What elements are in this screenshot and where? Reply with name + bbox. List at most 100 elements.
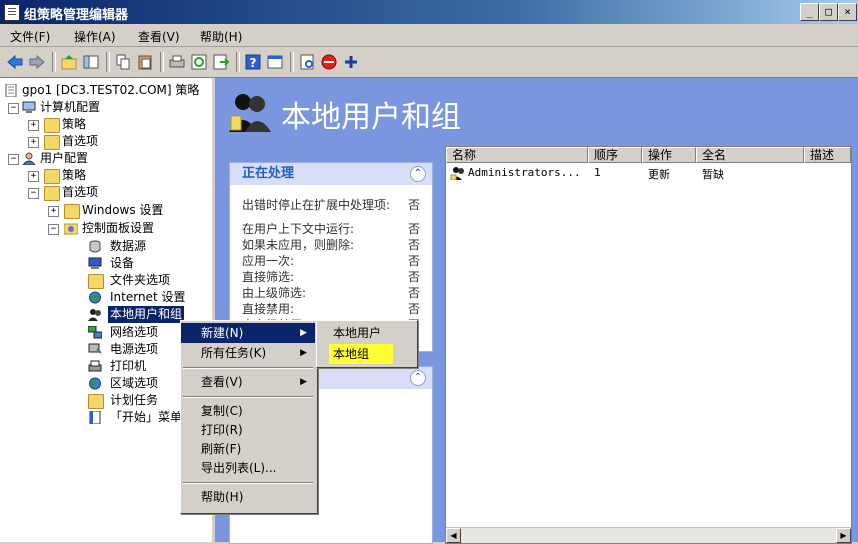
menu-item-print[interactable]: 打印(R): [181, 420, 315, 440]
scroll-right-icon[interactable]: ▶: [836, 528, 851, 543]
scroll-left-icon[interactable]: ◀: [446, 528, 461, 543]
collapse-chevron-icon[interactable]: ⌃: [410, 370, 426, 386]
prop-label: 在用户上下文中运行:: [242, 222, 355, 236]
context-menu: 新建(N) ▶ 所有任务(K) ▶ 查看(V) ▶ 复制(C) 打印(R) 刷新(F)…: [180, 320, 318, 514]
prop-label: 如果未应用，则删除:: [242, 238, 355, 252]
power-icon: [88, 343, 102, 354]
submenu-item-local-group[interactable]: 本地组: [317, 344, 415, 364]
menu-item-export-list[interactable]: 导出列表(L)...: [181, 458, 315, 478]
up-folder-icon[interactable]: [60, 53, 78, 71]
toolbar-separator: [106, 52, 110, 72]
globe-icon: [89, 377, 101, 390]
stop-icon[interactable]: [320, 53, 338, 71]
menu-item-view[interactable]: 查看(V) ▶: [181, 372, 315, 392]
toolbar-separator: [236, 52, 240, 72]
prop-value: 否: [408, 302, 421, 316]
folder-options-icon: [88, 274, 104, 289]
expand-toggle[interactable]: +: [28, 137, 39, 148]
toolbar: ?: [0, 47, 858, 78]
submenu-item-local-user[interactable]: 本地用户: [317, 323, 415, 343]
folder-icon: [64, 204, 80, 219]
app-icon: [4, 4, 20, 21]
prop-value: 否: [408, 222, 421, 236]
page-title: 本地用户和组: [281, 100, 461, 135]
processing-panel-header[interactable]: 正在处理 ⌃: [230, 163, 432, 186]
menu-bar: 文件(F) 操作(A) 查看(V) 帮助(H): [0, 24, 858, 47]
menu-separator: [183, 367, 313, 369]
collapse-toggle[interactable]: −: [8, 154, 19, 165]
database-icon: [89, 240, 101, 253]
forward-arrow-icon[interactable]: [28, 53, 46, 71]
menu-action[interactable]: 操作(A): [74, 28, 116, 45]
printer-icon: [88, 360, 102, 372]
policy-document-icon: [5, 84, 17, 97]
print-icon[interactable]: [168, 53, 186, 71]
collapse-chevron-icon[interactable]: ⌃: [410, 166, 426, 182]
collapse-toggle[interactable]: −: [48, 224, 59, 235]
menu-file[interactable]: 文件(F): [10, 28, 50, 45]
document-icon[interactable]: [298, 53, 316, 71]
properties-icon[interactable]: [266, 53, 284, 71]
user-icon: [22, 152, 36, 165]
menu-item-refresh[interactable]: 刷新(F): [181, 439, 315, 459]
cell-order: 1: [594, 166, 601, 179]
show-hide-tree-icon[interactable]: [82, 53, 100, 71]
menu-item-help[interactable]: 帮助(H): [181, 487, 315, 507]
close-button[interactable]: ×: [838, 3, 857, 21]
processing-panel-title: 正在处理: [242, 166, 295, 181]
start-menu-icon: [89, 411, 101, 424]
expand-toggle[interactable]: +: [28, 120, 39, 131]
folder-icon: [44, 135, 60, 150]
menu-item-new[interactable]: 新建(N) ▶: [181, 323, 315, 343]
network-icon: [88, 326, 102, 339]
column-header-name[interactable]: 名称: [446, 147, 588, 163]
prop-value: 否: [408, 254, 421, 268]
prop-value: 否: [408, 270, 421, 284]
copy-icon[interactable]: [114, 53, 132, 71]
scheduled-tasks-icon: [88, 394, 104, 409]
menu-help[interactable]: 帮助(H): [200, 28, 242, 45]
submenu-arrow-icon: ▶: [300, 377, 307, 387]
column-header-description[interactable]: 描述: [804, 147, 851, 163]
menu-view[interactable]: 查看(V): [138, 28, 180, 45]
prop-value: 否: [408, 286, 421, 300]
collapse-toggle[interactable]: −: [8, 103, 19, 114]
prop-value: 否: [408, 238, 421, 252]
users-group-icon: [450, 167, 464, 180]
horizontal-scrollbar[interactable]: ◀ ▶: [446, 527, 851, 543]
prop-label: 直接筛选:: [242, 270, 295, 284]
column-header-fullname[interactable]: 全名: [696, 147, 804, 163]
expand-toggle[interactable]: +: [28, 171, 39, 182]
toolbar-separator: [52, 52, 56, 72]
expand-toggle[interactable]: +: [48, 206, 59, 217]
paste-icon[interactable]: [136, 53, 154, 71]
column-header-order[interactable]: 顺序: [588, 147, 642, 163]
column-header-action[interactable]: 操作: [642, 147, 696, 163]
submenu-arrow-icon: ▶: [300, 328, 307, 338]
window-title: 组策略管理编辑器: [24, 8, 129, 23]
menu-separator: [183, 482, 313, 484]
internet-settings-icon: [89, 291, 101, 304]
folder-icon: [44, 169, 60, 184]
toolbar-separator: [160, 52, 164, 72]
computer-icon: [22, 101, 36, 113]
menu-item-copy[interactable]: 复制(C): [181, 401, 315, 421]
back-arrow-icon[interactable]: [6, 53, 24, 71]
refresh-icon[interactable]: [190, 53, 208, 71]
menu-item-all-tasks[interactable]: 所有任务(K) ▶: [181, 343, 315, 363]
prop-label: 直接禁用:: [242, 302, 295, 316]
users-group-icon: [229, 94, 271, 132]
menu-separator: [183, 396, 313, 398]
help-icon[interactable]: ?: [244, 53, 262, 71]
cell-name: Administrators...: [468, 166, 581, 179]
collapse-toggle[interactable]: −: [28, 188, 39, 199]
prop-value: 否: [408, 198, 421, 212]
add-icon[interactable]: [342, 53, 360, 71]
minimize-button[interactable]: _: [800, 3, 819, 21]
table-row[interactable]: Administrators... 1 更新 暂缺: [446, 163, 851, 181]
maximize-button[interactable]: □: [819, 3, 838, 21]
submenu-arrow-icon: ▶: [300, 348, 307, 358]
folder-icon: [44, 118, 60, 133]
export-list-icon[interactable]: [212, 53, 230, 71]
cell-action: 更新: [648, 168, 670, 181]
